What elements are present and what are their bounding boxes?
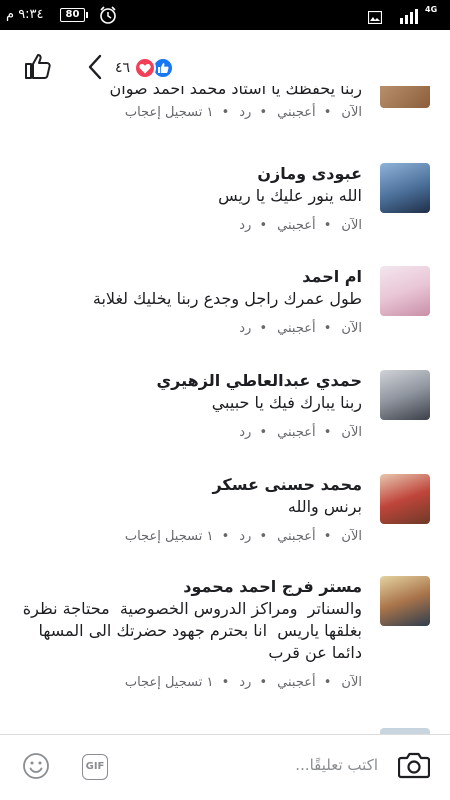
status-time: ٩:٣٤ م	[6, 7, 44, 22]
love-reaction-icon	[134, 57, 157, 79]
avatar[interactable]	[380, 370, 430, 420]
comment-input[interactable]	[150, 749, 378, 781]
reaction-count: ٤٦	[115, 60, 131, 76]
comment-composer: GIF	[0, 735, 450, 800]
reply-link[interactable]: رد	[239, 105, 251, 120]
avatar[interactable]	[380, 163, 430, 213]
comment-text: ربنا يبارك فيك يا حبيبي	[211, 393, 362, 412]
reply-link[interactable]: رد	[239, 321, 251, 336]
avatar[interactable]	[380, 576, 430, 626]
like-icon[interactable]	[24, 52, 52, 84]
gif-button[interactable]: GIF	[82, 754, 108, 780]
reply-link[interactable]: رد	[239, 529, 251, 544]
comment-time: الآن	[341, 675, 362, 690]
like-link[interactable]: أعجبني	[277, 218, 315, 233]
avatar[interactable]	[380, 474, 430, 524]
comment-author[interactable]: حمدي عبدالعاطي الزهيري	[17, 370, 362, 392]
comment-actions: الآن• أعجبني• رد	[239, 321, 362, 336]
comment-author[interactable]: ام احمد	[17, 266, 362, 288]
comment-time: الآن	[341, 425, 362, 440]
back-chevron-icon[interactable]	[88, 54, 102, 84]
comment-text: طول عمرك راجل وجدع ربنا يخليك لغلابة	[92, 289, 362, 308]
comment-actions: الآن• أعجبني• رد	[239, 218, 362, 233]
comment-text: الله ينور عليك يا ريس	[218, 186, 362, 205]
comment-time: الآن	[341, 105, 362, 120]
like-link[interactable]: أعجبني	[277, 675, 315, 690]
comment-actions: الآن• أعجبني• رد• ١ تسجيل إعجاب	[124, 105, 362, 120]
reply-link[interactable]: رد	[239, 425, 251, 440]
comment-author[interactable]: محمد حسنى عسكر	[17, 474, 362, 496]
reactions-summary[interactable]: ٤٦	[115, 56, 175, 80]
comment-text: ربنا يحفظك يا استاذ محمد احمد صوان	[109, 86, 362, 98]
likes-count[interactable]: ١ تسجيل إعجاب	[125, 105, 214, 120]
likes-count[interactable]: ١ تسجيل إعجاب	[125, 675, 214, 690]
comment-author[interactable]: مستر فرج احمد محمود	[17, 576, 362, 598]
status-bar: ٩:٣٤ م 80 4G	[0, 0, 450, 30]
emoji-icon[interactable]	[22, 752, 50, 784]
like-link[interactable]: أعجبني	[277, 529, 315, 544]
like-link[interactable]: أعجبني	[277, 425, 315, 440]
comment-time: الآن	[341, 529, 362, 544]
avatar[interactable]	[380, 86, 430, 108]
camera-icon[interactable]	[397, 751, 431, 783]
reply-link[interactable]: رد	[239, 218, 251, 233]
avatar[interactable]	[380, 266, 430, 316]
comment-actions: الآن• أعجبني• رد• ١ تسجيل إعجاب	[124, 675, 362, 690]
comment-actions: الآن• أعجبني• رد	[239, 425, 362, 440]
comment-text: برنس والله	[287, 497, 362, 516]
signal-icon	[399, 8, 421, 28]
comment-text: والسناتر ومراكز الدروس الخصوصية محتاجة ن…	[17, 599, 362, 662]
image-notification-icon	[367, 9, 383, 28]
alarm-clock-icon	[98, 5, 118, 29]
like-link[interactable]: أعجبني	[277, 321, 315, 336]
like-link[interactable]: أعجبني	[277, 105, 315, 120]
comment-actions: الآن• أعجبني• رد• ١ تسجيل إعجاب	[124, 529, 362, 544]
reply-link[interactable]: رد	[239, 675, 251, 690]
network-type: 4G	[425, 5, 438, 14]
comment-time: الآن	[341, 218, 362, 233]
battery-icon: 80	[60, 8, 88, 22]
comment-author[interactable]: عبودى ومازن	[17, 163, 362, 185]
likes-count[interactable]: ١ تسجيل إعجاب	[125, 529, 214, 544]
comment-time: الآن	[341, 321, 362, 336]
comments-list: ربنا يحفظك يا استاذ محمد احمد صوان الآن•…	[0, 86, 450, 734]
